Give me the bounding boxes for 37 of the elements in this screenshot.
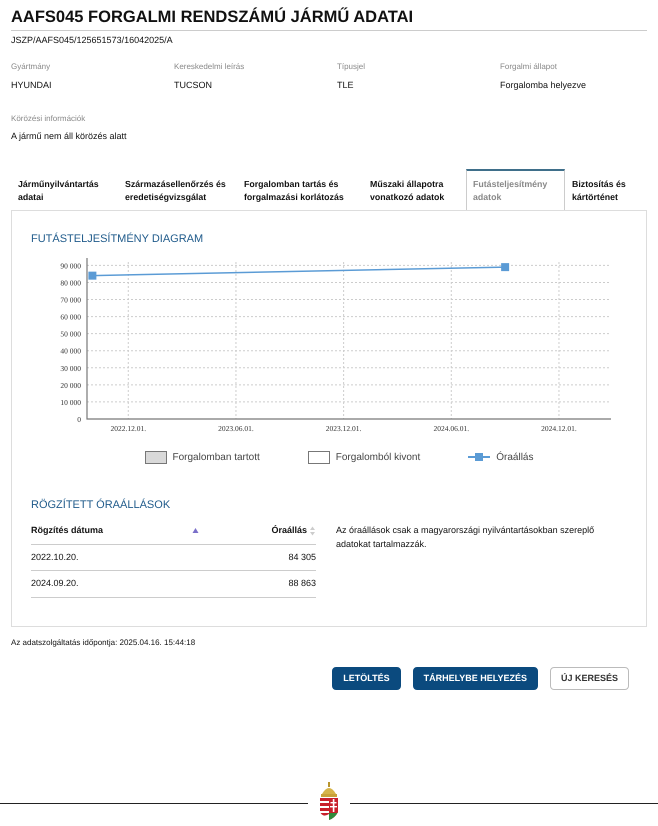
table-cell: 2022.10.20. <box>31 544 240 571</box>
tab[interactable]: Műszaki állapotra vonatkozó adatok <box>363 169 466 210</box>
table-cell: 84 305 <box>239 544 316 571</box>
legend-label: Forgalomból kivont <box>336 450 420 465</box>
action-button[interactable]: ÚJ KERESÉS <box>550 666 629 690</box>
field-label: Kereskedelmi leírás <box>174 61 246 74</box>
reference-number: JSZP/AAFS045/125651573/16042025/A <box>11 34 174 47</box>
data-point <box>501 263 510 272</box>
table-cell: 2024.09.20. <box>31 570 240 598</box>
section-heading: FUTÁSTELJESÍTMÉNY DIAGRAM <box>31 232 204 246</box>
field-value: Forgalomba helyezve <box>500 79 588 92</box>
sort-ascending-icon[interactable] <box>192 526 200 536</box>
action-button[interactable]: TÁRHELYBE HELYEZÉS <box>412 666 538 690</box>
field-label: Körözési információk <box>11 112 86 125</box>
legend-label: Forgalomban tartott <box>172 450 260 465</box>
timestamp-text: Az adatszolgáltatás időpontja: 2025.04.16. 15:44:18 <box>11 636 196 649</box>
column-header[interactable]: Rögzítés dátuma <box>31 524 104 538</box>
field-label: Gyártmány <box>11 61 52 74</box>
tab[interactable]: Forgalomban tartás és forgalmazási korlátozás <box>237 169 363 210</box>
info-note: Az óraállások csak a magyarországi nyilvántartásokban szereplő adatokat tartalmazzák. <box>336 524 596 551</box>
field-label: Forgalmi állapot <box>500 61 558 74</box>
table-cell: 88 863 <box>239 570 316 598</box>
tab[interactable]: Futásteljesítmény adatok <box>466 169 565 210</box>
column-header[interactable]: Óraállás <box>271 524 307 538</box>
field-value: TUCSON <box>174 79 213 92</box>
action-button[interactable]: LETÖLTÉS <box>332 666 401 690</box>
legend-label: Óraállás <box>496 450 534 465</box>
page-title: AAFS045 FORGALMI RENDSZÁMÚ JÁRMŰ ADATAI <box>11 8 647 31</box>
tab[interactable]: Járműnyilvántartás adatai <box>11 169 118 210</box>
field-label: Típusjel <box>337 61 366 74</box>
data-point <box>88 272 96 280</box>
field-value: TLE <box>337 79 355 92</box>
tab[interactable]: Biztosítás és kártörténet <box>565 169 640 210</box>
field-value: HYUNDAI <box>11 79 53 92</box>
section-heading: RÖGZÍTETT ÓRAÁLLÁSOK <box>31 498 172 512</box>
tab[interactable]: Származásellenőrzés és eredetiségvizsgálat <box>118 169 237 210</box>
field-value: A jármű nem áll körözés alatt <box>11 130 128 143</box>
